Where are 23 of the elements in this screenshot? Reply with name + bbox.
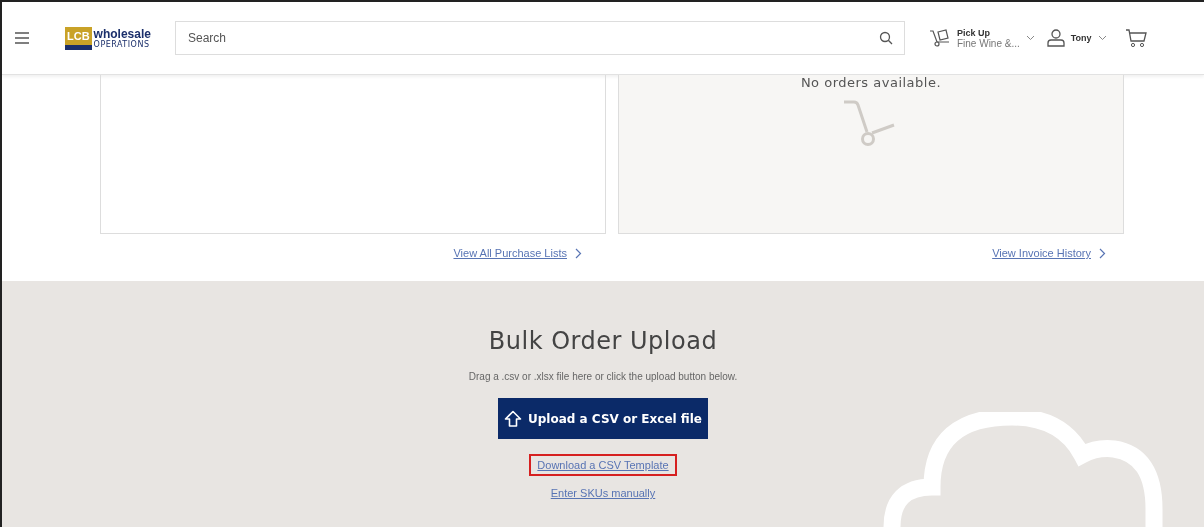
upload-arrow-icon xyxy=(504,409,523,428)
cart-icon[interactable] xyxy=(1124,28,1147,48)
upload-hint: Drag a .csv or .xlsx file here or click the upload button below. xyxy=(468,371,738,382)
chevron-down-icon xyxy=(1097,35,1107,41)
menu-icon[interactable] xyxy=(15,32,29,44)
view-link[interactable]: View Invoice History xyxy=(992,247,1106,259)
upload-button[interactable]: Upload a CSV or Excel file xyxy=(498,398,708,439)
section-title: Bulk Order Upload xyxy=(488,327,718,355)
empty-message: No orders available. xyxy=(800,75,942,90)
user-menu[interactable]: Tony xyxy=(1046,29,1107,47)
chevron-right-icon xyxy=(1099,247,1106,259)
view-link[interactable]: View All Purchase Lists xyxy=(453,247,582,259)
logo-subtitle: OPERATIONS xyxy=(93,41,151,49)
chevron-right-icon xyxy=(575,247,582,259)
hand-truck-icon xyxy=(928,28,951,48)
search-field[interactable]: Search xyxy=(174,21,905,55)
user-icon xyxy=(1046,29,1065,47)
text-link[interactable]: Enter SKUs manually xyxy=(542,482,664,504)
chevron-down-icon xyxy=(1025,35,1035,41)
search-icon[interactable] xyxy=(878,31,893,45)
logo-name[interactable]: wholesale xyxy=(93,27,151,41)
pickup-selector[interactable]: Pick Up Fine Wine &... xyxy=(928,27,1035,49)
text-link[interactable]: Download a CSV Template xyxy=(529,454,677,476)
